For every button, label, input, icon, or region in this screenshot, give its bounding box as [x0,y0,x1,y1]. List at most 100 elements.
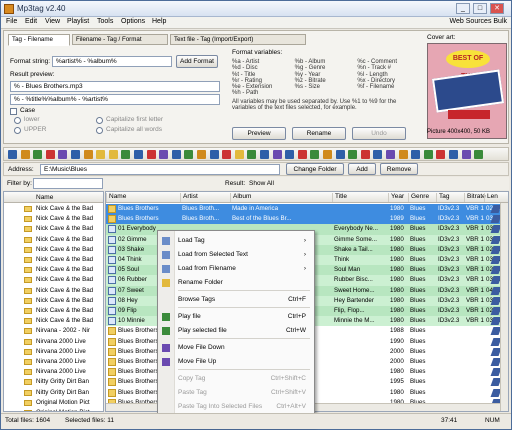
tree-folder-item[interactable]: Nick Cave & the Bad [4,275,103,285]
menu-playlist[interactable]: Playlist [67,18,89,25]
gear-icon[interactable] [436,150,446,159]
col-title[interactable]: Title [332,193,388,202]
menu-item-move-file-down[interactable]: Move File Down [158,342,314,354]
playlist-icon[interactable] [247,150,257,159]
tree-folder-item[interactable]: Nick Cave & the Bad [4,306,103,316]
tree-folder-item[interactable]: Nick Cave & the Bad [4,296,103,306]
warning-icon[interactable] [234,150,244,159]
maximize-button[interactable]: □ [473,3,487,14]
paste-icon[interactable] [348,150,358,159]
filter-icon[interactable] [272,150,282,159]
table-row[interactable]: Blues Brothers Blues Broth... Best of the … [106,214,508,225]
music-icon[interactable] [310,150,320,159]
change-folder-button[interactable]: Change Folder [286,163,344,175]
tree-folder-item[interactable]: Nick Cave & the Bad [4,255,103,265]
tree-folder-item[interactable]: Nirvana - 2002 - Nir [4,326,103,336]
cap-first-radio[interactable] [96,117,103,124]
close-button[interactable]: ✕ [490,3,504,14]
tree-folder-item[interactable]: Nirvana 2000 Live [4,337,103,347]
down-icon[interactable] [398,150,408,159]
add-format-button[interactable]: Add Format [176,55,218,68]
folder-icon[interactable] [71,150,80,159]
export-icon[interactable] [260,150,269,159]
tab-textfile-tag[interactable]: Text file - Tag (Import/Export) [170,34,306,45]
search-icon[interactable] [411,150,421,159]
col-genre[interactable]: Genre [408,193,436,202]
play-icon[interactable] [184,150,194,159]
col-album[interactable]: Album [230,193,332,202]
stop-icon[interactable] [222,150,232,159]
cd-icon[interactable] [297,150,307,159]
save-icon[interactable] [8,150,17,159]
tab-filename-tag[interactable]: Filename - Tag / Format [72,34,168,45]
lower-radio[interactable] [14,117,21,124]
menu-edit[interactable]: Edit [25,18,37,25]
menu-item-paste-tag[interactable]: Paste Tag Ctrl+Shift+V [158,387,314,399]
tree-folder-item[interactable]: Nirvana 2000 Live [4,357,103,367]
folder-icon[interactable] [108,150,118,159]
address-input[interactable]: E:\Music\Blues [40,164,280,175]
tree-folder-item[interactable]: Nitty Gritty Dirt Ban [4,388,103,398]
col-tag[interactable]: Tag [436,193,464,202]
format-input[interactable]: %artist% - %album% [52,56,172,67]
list-icon[interactable] [171,150,181,159]
add-button[interactable]: Add [348,163,376,175]
title-bar[interactable]: Mp3tag v2.40 _ □ ✕ [1,1,511,17]
tree-folder-item[interactable]: Original Motion Pict [4,398,103,408]
text-input[interactable]: % - %title%%album% - %artist% [10,94,220,105]
minimize-button[interactable]: _ [456,3,470,14]
tree-folder-item[interactable]: Nick Cave & the Bad [4,235,103,245]
col-year[interactable]: Year [388,193,408,202]
magic-icon[interactable] [146,150,156,159]
col-name[interactable]: Name [106,193,180,202]
cap-all-radio[interactable] [96,127,103,134]
star-icon[interactable] [461,150,471,159]
menu-item-load-tag[interactable]: Load Tag › [158,235,314,247]
web-icon[interactable] [285,150,295,159]
preview-button[interactable]: Preview [232,127,286,140]
settings-icon[interactable] [323,150,332,159]
rename-button[interactable]: Rename [292,127,346,140]
menu-item-play-file[interactable]: Play file Ctrl+P [158,311,314,323]
tree-folder-item[interactable]: Nick Cave & the Bad [4,214,103,224]
menu-item-load-from-filename[interactable]: Load from Filename › [158,263,314,275]
menu-item-copy-tag[interactable]: Copy Tag Ctrl+Shift+C [158,373,314,385]
upper-radio[interactable] [14,127,21,134]
text-icon[interactable] [159,150,169,159]
undo-button[interactable]: Undo [352,127,406,140]
help-icon[interactable] [423,150,433,159]
tree-folder-item[interactable]: Nick Cave & the Bad [4,224,103,234]
tree-header[interactable]: Name [4,192,103,203]
tree-folder-item[interactable]: Nick Cave & the Bad [4,265,103,275]
menu-item-move-file-up[interactable]: Move File Up [158,356,314,368]
menu-tools[interactable]: Tools [97,18,113,25]
delete-icon[interactable] [360,150,370,159]
table-row[interactable]: Blues Brothers Blues Broth... Made in Amer… [106,204,508,215]
tree-folder-item[interactable]: Original Motion Pict [4,408,103,411]
tree-folder-item[interactable]: Nick Cave & the Bad [4,286,103,296]
menu-item-load-from-selected-text[interactable]: Load from Selected Text › [158,249,314,261]
tree-folder-item[interactable]: Nick Cave & the Bad [4,204,103,214]
result-preview-field[interactable]: % - Blues Brothers.mp3 [10,81,220,92]
copy-icon[interactable] [335,150,345,159]
tree-folder-item[interactable]: Nitty Gritty Dirt Ban [4,377,103,387]
menu-view[interactable]: View [45,18,60,25]
format-icon[interactable] [134,150,143,159]
case-checkbox[interactable] [10,108,17,115]
menu-item-rename-folder[interactable]: Rename Folder [158,277,314,289]
filter-input[interactable] [33,178,103,189]
globe-icon[interactable] [449,150,458,159]
open-icon[interactable] [83,150,93,159]
tree-folder-item[interactable]: Nick Cave & the Bad [4,245,103,255]
next-icon[interactable] [209,150,219,159]
tool-icon[interactable] [474,150,484,159]
col-artist[interactable]: Artist [180,193,230,202]
menu-file[interactable]: File [6,18,17,25]
menu-item-browse-tags[interactable]: Browse Tags Ctrl+F [158,294,314,306]
remove-tag-icon[interactable] [45,150,55,159]
tree-folder-item[interactable]: Nirvana 2000 Live [4,347,103,357]
tag-icon[interactable] [58,150,68,159]
col-length[interactable]: Len [484,193,498,202]
menu-item-paste-tag-into-selected-files[interactable]: Paste Tag Into Selected Files Ctrl+Alt+V [158,401,314,413]
edit-icon[interactable] [121,150,131,159]
